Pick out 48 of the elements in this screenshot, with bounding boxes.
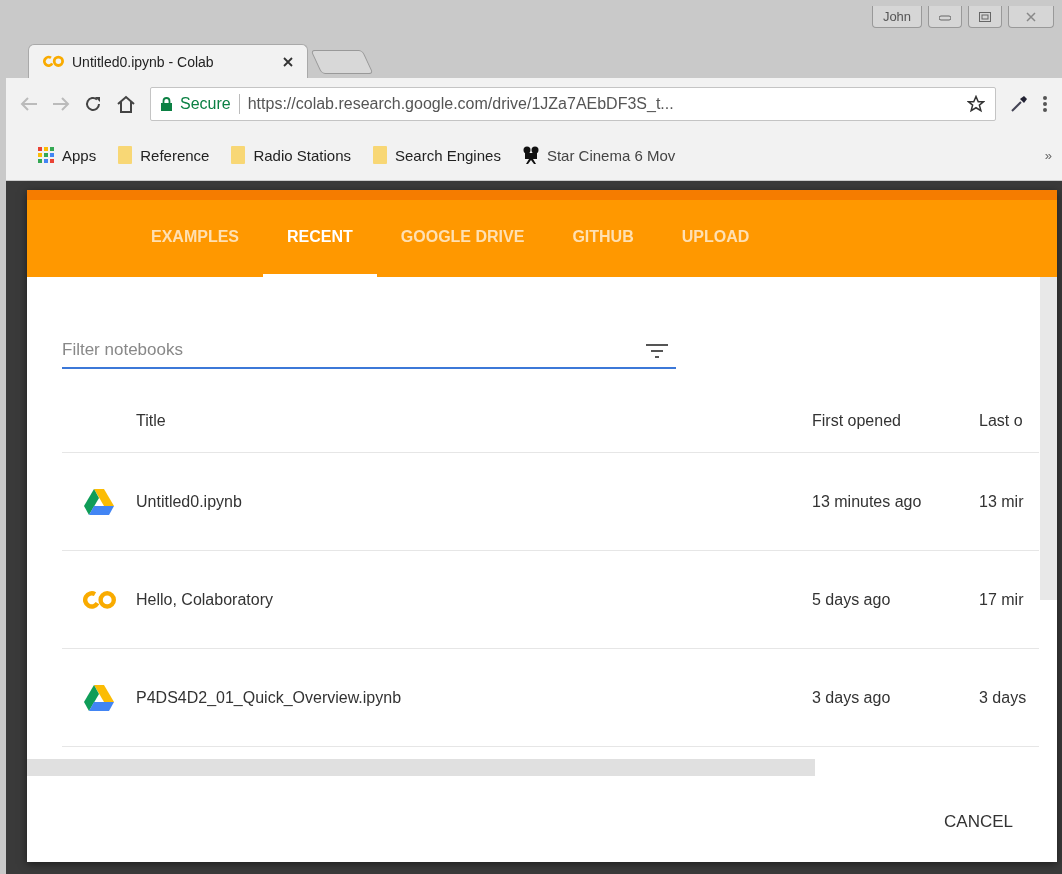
table-cell: 13 mir [979, 492, 1024, 511]
table-cell: 17 mir [979, 590, 1024, 609]
url-text: https://colab.research.google.com/drive/1JZa7AEbDF3S_t... [247, 95, 675, 113]
minimize-icon [939, 12, 951, 21]
drive-icon [84, 684, 114, 711]
table-cell-text: 13 minutes ago [812, 492, 923, 511]
menu-icon[interactable] [1042, 95, 1048, 113]
colab-logo-icon [82, 589, 116, 610]
film-camera-icon [522, 146, 539, 164]
notebook-title[interactable]: P4DS4D2_01_Quick_Overview.ipynb [136, 688, 812, 707]
bookmark-link[interactable]: Reference [140, 146, 210, 164]
horizontal-scrollbar[interactable] [27, 759, 815, 776]
reload-icon[interactable] [84, 95, 102, 113]
home-icon[interactable] [116, 95, 136, 113]
secure-label: Secure [180, 95, 231, 113]
folder-icon [231, 146, 246, 164]
folder-icon [373, 146, 387, 164]
lock-icon [161, 97, 172, 111]
browser-tab[interactable]: Untitled0.ipynb - Colab [28, 44, 308, 78]
column-header[interactable]: Title [136, 412, 812, 430]
folder-icon [118, 146, 133, 164]
column-header[interactable]: First opened [812, 412, 979, 430]
star-icon[interactable] [967, 95, 985, 113]
apps-grid-icon [38, 147, 54, 163]
table-cell: 3 days [979, 688, 1027, 707]
profile-button[interactable]: John [872, 6, 922, 28]
column-header[interactable]: Last o [979, 412, 1023, 430]
table-cell-text: 5 days ago [812, 590, 892, 609]
notebook-title[interactable]: Hello, Colaboratory [136, 590, 812, 609]
notebook-title[interactable]: Untitled0.ipynb [136, 492, 812, 511]
bookmark-link[interactable]: Search Engines [395, 146, 501, 164]
maximize-icon [979, 11, 991, 22]
address-bar[interactable]: Secure https://colab.research.google.com/drive/1JZa7AEbDF3S_t... [150, 87, 996, 121]
bookmark-link[interactable]: Star Cinema 6 Mov [546, 146, 676, 164]
bookmark-link[interactable]: Radio Stations [253, 146, 351, 164]
bookmark-link[interactable]: Apps [62, 146, 97, 164]
filter-icon[interactable] [646, 344, 668, 358]
colab-logo-icon [43, 55, 64, 68]
close-icon[interactable] [283, 56, 293, 67]
cancel-button[interactable]: CANCEL [928, 804, 1029, 840]
bookmarks-overflow[interactable]: » [1044, 147, 1052, 163]
tab-title: Untitled0.ipynb - Colab [72, 53, 215, 70]
close-icon [1026, 11, 1036, 22]
maximize-button[interactable] [968, 6, 1002, 28]
eyedropper-icon[interactable] [1010, 95, 1028, 113]
drive-icon [84, 488, 114, 515]
table-cell-text: 3 days ago [812, 688, 892, 707]
vertical-scrollbar[interactable] [1040, 277, 1057, 600]
